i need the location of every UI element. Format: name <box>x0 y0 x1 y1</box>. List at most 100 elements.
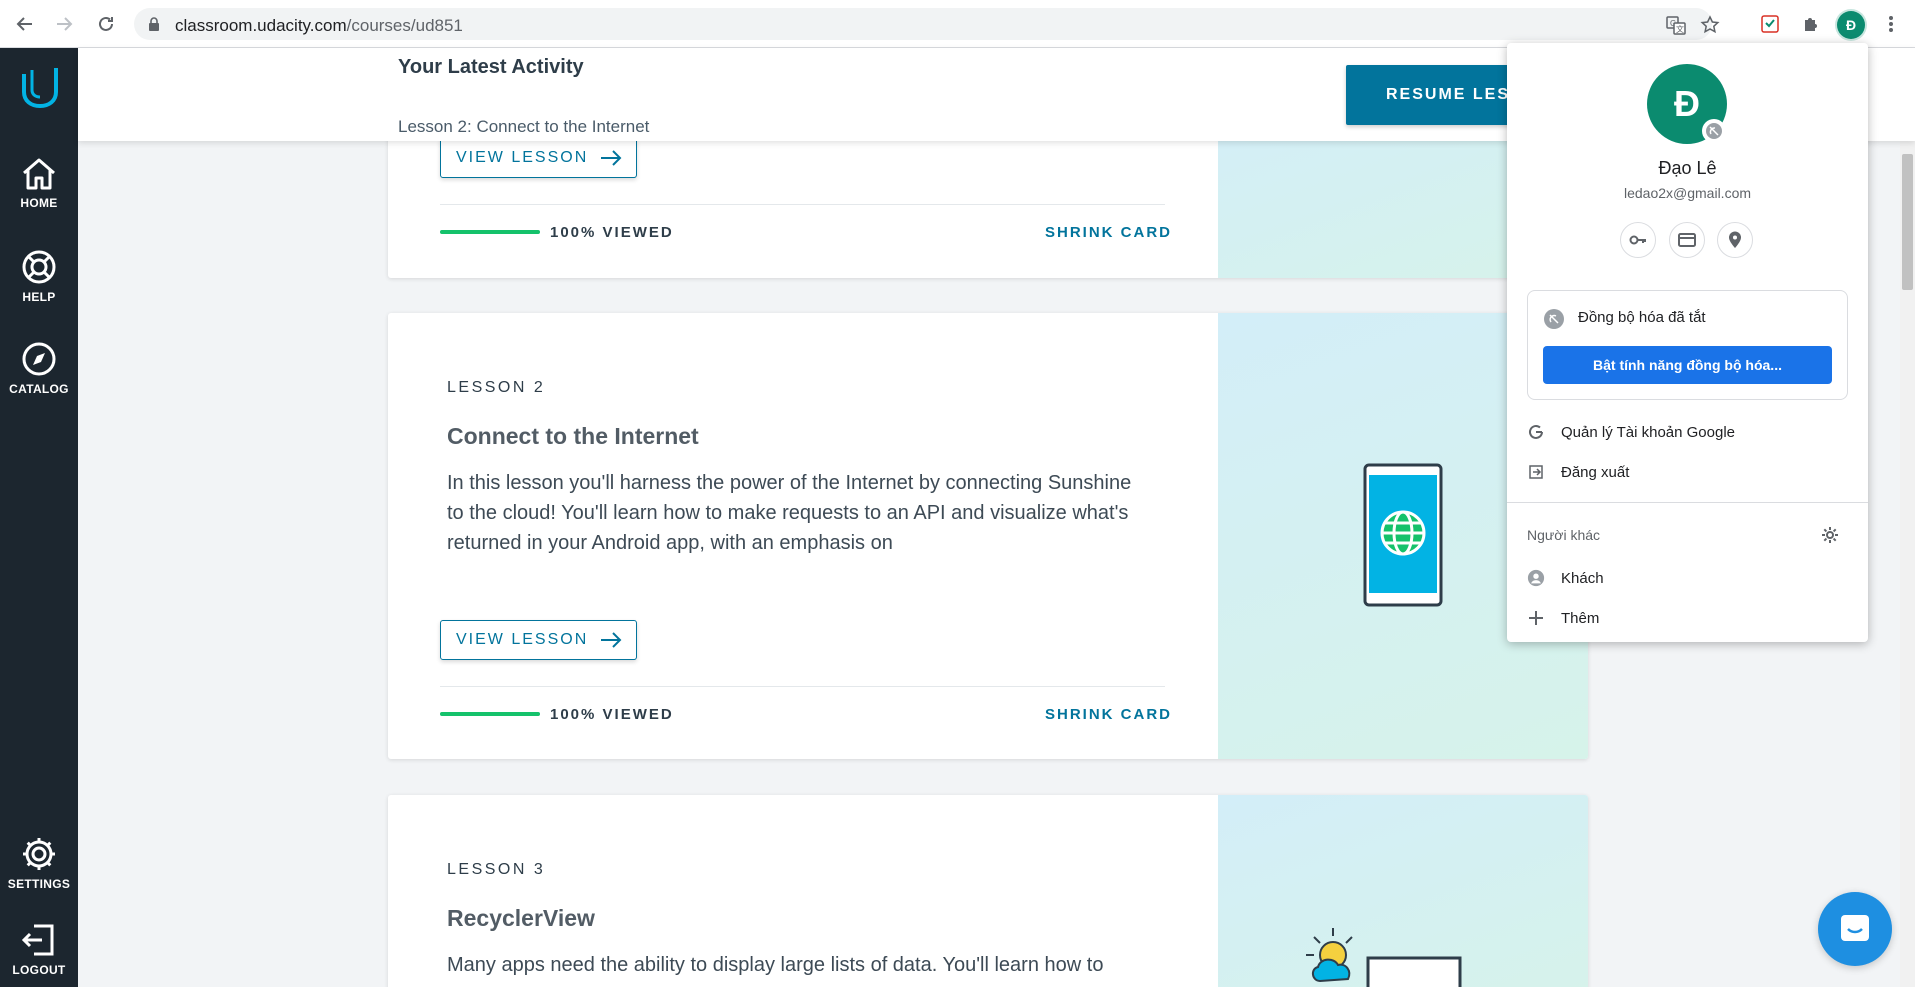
lesson-number: LESSON 3 <box>447 861 546 878</box>
profile-email: ledao2x@gmail.com <box>1623 185 1752 201</box>
chat-launcher-button[interactable] <box>1818 892 1892 966</box>
manage-people-gear-icon[interactable] <box>1821 526 1839 549</box>
translate-icon[interactable]: G文 <box>1665 14 1687 36</box>
progress-fill <box>440 712 540 716</box>
chat-icon <box>1841 915 1869 941</box>
udacity-logo-icon <box>22 68 58 109</box>
arrow-right-icon <box>601 150 622 166</box>
arrow-right-icon <box>601 632 622 648</box>
viewed-status: 100% VIEWED <box>550 224 674 241</box>
lesson-description: Many apps need the ability to display la… <box>447 954 1104 976</box>
key-icon <box>1629 235 1646 245</box>
forward-arrow-icon <box>57 17 73 31</box>
logout-icon <box>21 924 54 956</box>
scrollbar-thumb[interactable] <box>1902 154 1913 290</box>
sidebar: HOME HELP CATALOG SETTINGS LOGOUT <box>0 48 78 987</box>
view-lesson-label: VIEW LESSON <box>456 149 589 166</box>
viewed-status: 100% VIEWED <box>550 706 674 723</box>
manage-google-account-item[interactable]: Quản lý Tài khoản Google <box>1527 417 1847 447</box>
guest-label: Khách <box>1561 569 1604 587</box>
latest-activity-lesson[interactable]: Lesson 2: Connect to the Internet <box>398 117 649 137</box>
payment-methods-button[interactable] <box>1669 222 1705 258</box>
weather-cloud-icon <box>1306 928 1462 987</box>
guest-profile-item[interactable]: Khách <box>1527 563 1847 593</box>
sync-panel: Đồng bộ hóa đã tắt Bật tính năng đồng bộ… <box>1527 290 1848 400</box>
sign-out-icon <box>1527 463 1545 481</box>
credit-card-icon <box>1678 233 1696 247</box>
lesson-card-2: LESSON 2 Connect to the Internet In this… <box>388 313 1588 759</box>
sign-out-label: Đăng xuất <box>1561 463 1630 481</box>
reload-icon <box>99 16 113 31</box>
sidebar-item-settings[interactable]: SETTINGS <box>0 835 78 903</box>
sidebar-item-label: CATALOG <box>9 382 69 396</box>
turn-on-sync-button[interactable]: Bật tính năng đồng bộ hóa... <box>1543 346 1832 384</box>
extensions-puzzle-icon[interactable] <box>1799 12 1823 36</box>
sync-paused-icon <box>1706 123 1722 139</box>
view-lesson-button[interactable]: VIEW LESSON <box>440 620 637 660</box>
lock-icon <box>148 17 160 36</box>
url-text: classroom.udacity.com/courses/ud851 <box>175 16 463 36</box>
lifebuoy-icon <box>22 250 56 284</box>
url-path: /courses/ud851 <box>346 16 463 35</box>
page-scrollbar[interactable] <box>1900 141 1915 987</box>
sidebar-item-home[interactable]: HOME <box>0 156 78 224</box>
profile-name: Đạo Lê <box>1658 158 1717 178</box>
more-menu-icon[interactable] <box>1879 12 1903 36</box>
add-label: Thêm <box>1561 609 1600 627</box>
popup-divider <box>1507 502 1868 503</box>
sync-off-icon <box>1544 309 1564 329</box>
sidebar-item-help[interactable]: HELP <box>0 248 78 316</box>
progress-bar <box>440 712 540 716</box>
card-divider <box>440 204 1165 205</box>
udacity-logo[interactable] <box>20 66 60 115</box>
sidebar-item-label: SETTINGS <box>7 877 71 891</box>
extension-shield-icon[interactable] <box>1758 12 1782 36</box>
sign-out-item[interactable]: Đăng xuất <box>1527 457 1847 487</box>
sidebar-item-logout[interactable]: LOGOUT <box>0 921 78 987</box>
browser-toolbar: classroom.udacity.com/courses/ud851 G文 Đ <box>0 0 1915 48</box>
back-arrow-icon <box>16 17 32 31</box>
profile-avatar-button[interactable]: Đ <box>1837 11 1865 39</box>
location-pin-icon <box>1729 231 1741 248</box>
view-lesson-label: VIEW LESSON <box>456 631 589 648</box>
reload-button[interactable] <box>92 10 120 38</box>
home-icon <box>23 158 55 190</box>
svg-text:文: 文 <box>1676 24 1684 34</box>
star-icon[interactable] <box>1699 14 1721 36</box>
lesson-card-art <box>1218 795 1588 987</box>
card-divider <box>440 686 1165 687</box>
sidebar-item-label: HOME <box>20 196 58 210</box>
addresses-button[interactable] <box>1717 222 1753 258</box>
lesson-description: In this lesson you'll harness the power … <box>447 472 1132 554</box>
compass-icon <box>22 342 56 376</box>
manage-account-label: Quản lý Tài khoản Google <box>1561 423 1736 441</box>
forward-button[interactable] <box>50 10 78 38</box>
sync-status-text: Đồng bộ hóa đã tắt <box>1578 309 1706 326</box>
lesson-title: Connect to the Internet <box>447 423 699 449</box>
lesson-number: LESSON 2 <box>447 379 546 396</box>
plus-icon <box>1527 609 1545 627</box>
lesson-card-3: LESSON 3 RecyclerView Many apps need the… <box>388 795 1588 987</box>
shrink-card-link[interactable]: SHRINK CARD <box>1045 224 1172 241</box>
other-people-heading: Người khác <box>1527 527 1601 543</box>
sidebar-item-label: HELP <box>22 290 56 304</box>
sidebar-item-catalog[interactable]: CATALOG <box>0 340 78 408</box>
google-g-icon <box>1527 423 1545 441</box>
progress-fill <box>440 230 540 234</box>
phone-globe-icon <box>1363 463 1443 607</box>
guest-avatar-icon <box>1527 569 1545 587</box>
latest-activity-title: Your Latest Activity <box>398 56 584 78</box>
back-button[interactable] <box>11 10 39 38</box>
lesson-title: RecyclerView <box>447 905 595 931</box>
gear-icon <box>23 838 55 870</box>
shrink-card-link[interactable]: SHRINK CARD <box>1045 706 1172 723</box>
address-bar[interactable]: classroom.udacity.com/courses/ud851 G文 <box>134 8 1720 40</box>
passwords-button[interactable] <box>1620 222 1656 258</box>
add-profile-item[interactable]: Thêm <box>1527 603 1847 633</box>
progress-bar <box>440 230 540 234</box>
url-host: classroom.udacity.com <box>175 16 347 35</box>
profile-menu-popup: Đ Đạo Lê ledao2x@gmail.com Đồng bộ hóa đ… <box>1507 43 1868 642</box>
sidebar-item-label: LOGOUT <box>12 963 66 977</box>
sync-off-badge <box>1702 119 1726 143</box>
view-lesson-button[interactable]: VIEW LESSON <box>440 138 637 178</box>
